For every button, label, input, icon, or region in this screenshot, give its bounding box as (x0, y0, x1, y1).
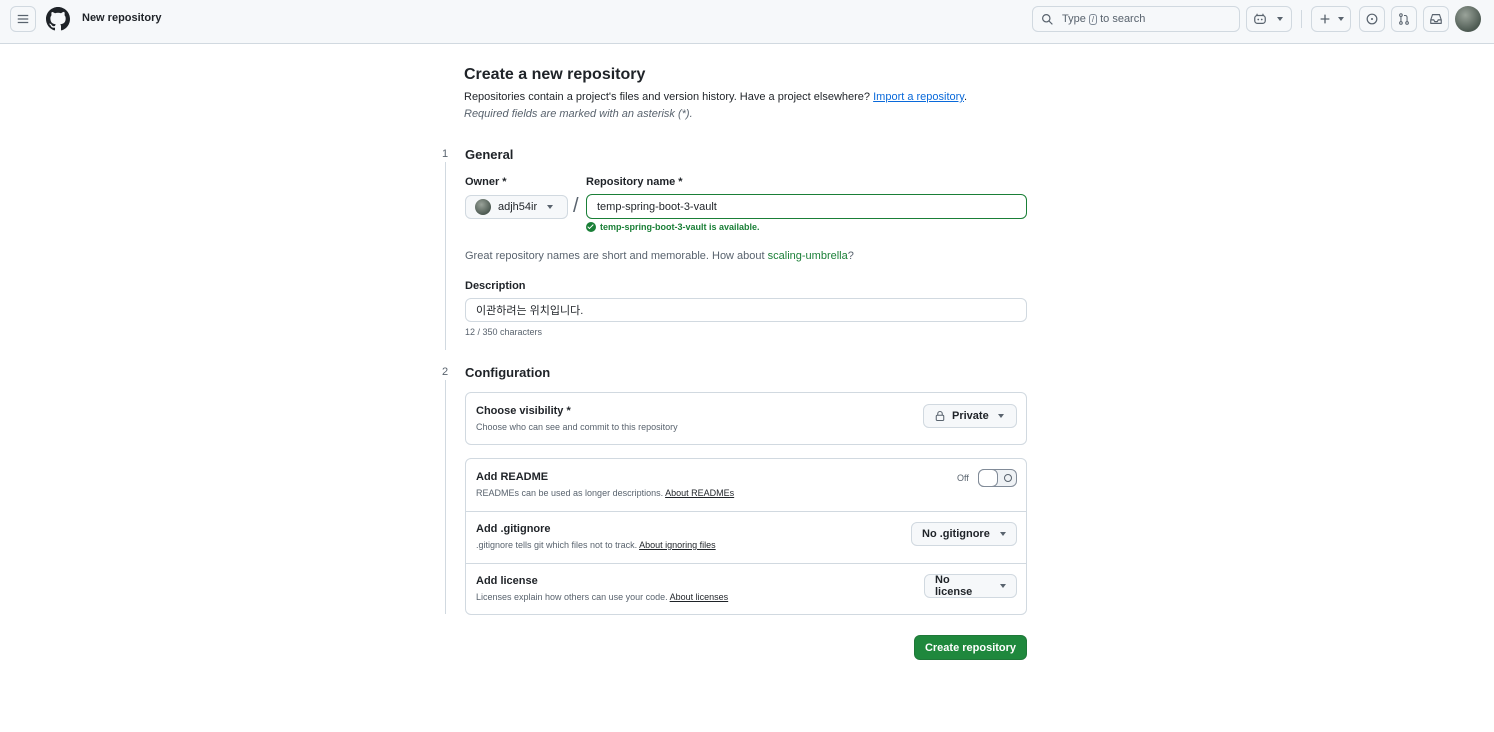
owner-value: adjh54ir (498, 201, 538, 213)
chevron-down-icon (1000, 584, 1006, 588)
gitignore-select[interactable]: No .gitignore (911, 522, 1017, 546)
header-divider (1301, 10, 1302, 28)
hamburger-icon (17, 14, 29, 24)
license-desc: Licenses explain how others can use your… (476, 592, 728, 602)
subtitle-end: . (964, 91, 968, 103)
search-shortcut-key: / (1088, 13, 1098, 25)
step-number-1: 1 (438, 146, 452, 162)
user-avatar[interactable] (1455, 6, 1481, 32)
page-subtitle: Repositories contain a project's files a… (464, 91, 967, 103)
inbox-button[interactable] (1423, 6, 1449, 32)
create-repository-button[interactable]: Create repository (914, 635, 1027, 660)
configuration-heading: Configuration (465, 365, 551, 380)
step-line-configuration (445, 370, 446, 614)
owner-avatar (475, 199, 491, 215)
copilot-icon (1254, 13, 1266, 24)
chevron-down-icon (997, 414, 1004, 418)
subtitle-text: Repositories contain a project's files a… (464, 91, 871, 103)
pull-requests-button[interactable] (1391, 6, 1417, 32)
inbox-icon (1430, 14, 1442, 24)
search-icon (1042, 13, 1053, 25)
readme-desc-text: READMEs can be used as longer descriptio… (476, 488, 664, 498)
general-heading: General (465, 147, 514, 162)
suggestion-suffix: ? (847, 250, 854, 262)
step-line-general (445, 150, 446, 350)
toggle-knob (978, 469, 998, 487)
check-circle-icon (586, 222, 596, 232)
chevron-down-icon (999, 532, 1006, 536)
gitignore-desc-text: .gitignore tells git which files not to … (476, 540, 638, 550)
chevron-down-icon (1338, 17, 1344, 21)
gitignore-title: Add .gitignore (476, 523, 551, 535)
repository-options-panel: Add README READMEs can be used as longer… (465, 458, 1027, 615)
availability-text: temp-spring-boot-3-vault is available. (600, 222, 760, 232)
issues-button[interactable] (1359, 6, 1385, 32)
name-suggestion: Great repository names are short and mem… (465, 250, 854, 262)
copilot-chevron-down-icon (1277, 17, 1283, 21)
availability-message: temp-spring-boot-3-vault is available. (586, 222, 760, 232)
license-row: Add license Licenses explain how others … (466, 563, 1026, 615)
pull-request-icon (1399, 13, 1409, 25)
readme-toggle[interactable] (978, 469, 1017, 487)
suggested-name-link[interactable]: scaling-umbrella (768, 250, 848, 262)
license-title: Add license (476, 575, 538, 587)
about-licenses-link[interactable]: About licenses (670, 592, 729, 602)
owner-label: Owner * (465, 176, 507, 188)
github-logo-icon[interactable] (46, 7, 70, 31)
license-select[interactable]: No license (924, 574, 1017, 598)
visibility-panel: Choose visibility * Choose who can see a… (465, 392, 1027, 445)
required-note: Required fields are marked with an aster… (464, 108, 693, 120)
visibility-title: Choose visibility * (476, 405, 571, 417)
license-desc-text: Licenses explain how others can use your… (476, 592, 668, 602)
page-title: Create a new repository (464, 66, 646, 83)
description-char-count: 12 / 350 characters (465, 327, 543, 337)
menu-button[interactable] (10, 6, 36, 32)
gitignore-desc: .gitignore tells git which files not to … (476, 540, 716, 550)
gitignore-row: Add .gitignore .gitignore tells git whic… (466, 511, 1026, 563)
chevron-down-icon (547, 205, 554, 209)
search-prefix: Type (1062, 13, 1086, 25)
readme-row: Add README READMEs can be used as longer… (466, 459, 1026, 511)
import-repository-link[interactable]: Import a repository (873, 91, 964, 103)
gitignore-value: No .gitignore (922, 528, 990, 540)
visibility-select[interactable]: Private (923, 404, 1017, 428)
top-header: New repository Type / to search (0, 0, 1494, 44)
issue-icon (1366, 13, 1378, 25)
readme-desc: READMEs can be used as longer descriptio… (476, 488, 734, 498)
owner-select[interactable]: adjh54ir (465, 195, 568, 219)
suggestion-prefix: Great repository names are short and mem… (465, 250, 765, 262)
search-suffix: to search (1100, 13, 1146, 25)
visibility-value: Private (952, 410, 989, 422)
search-input[interactable]: Type / to search (1032, 6, 1240, 32)
readme-title: Add README (476, 471, 549, 483)
create-new-button[interactable] (1311, 6, 1351, 32)
about-readmes-link[interactable]: About READMEs (665, 488, 734, 498)
license-value: No license (935, 574, 973, 598)
owner-name-separator: / (573, 195, 579, 217)
lock-icon (935, 410, 945, 422)
repository-name-label: Repository name * (586, 176, 683, 188)
page-context-title: New repository (82, 12, 162, 24)
toggle-off-icon (1004, 474, 1012, 482)
about-ignoring-files-link[interactable]: About ignoring files (639, 540, 716, 550)
step-number-2: 2 (438, 364, 452, 380)
plus-icon (1320, 14, 1330, 24)
copilot-button[interactable] (1246, 6, 1292, 32)
description-label: Description (465, 280, 526, 292)
repository-name-input[interactable]: temp-spring-boot-3-vault (586, 194, 1027, 219)
description-input[interactable]: 이관하려는 위치입니다. (465, 298, 1027, 322)
readme-toggle-label: Off (957, 473, 969, 483)
visibility-desc: Choose who can see and commit to this re… (476, 422, 678, 432)
